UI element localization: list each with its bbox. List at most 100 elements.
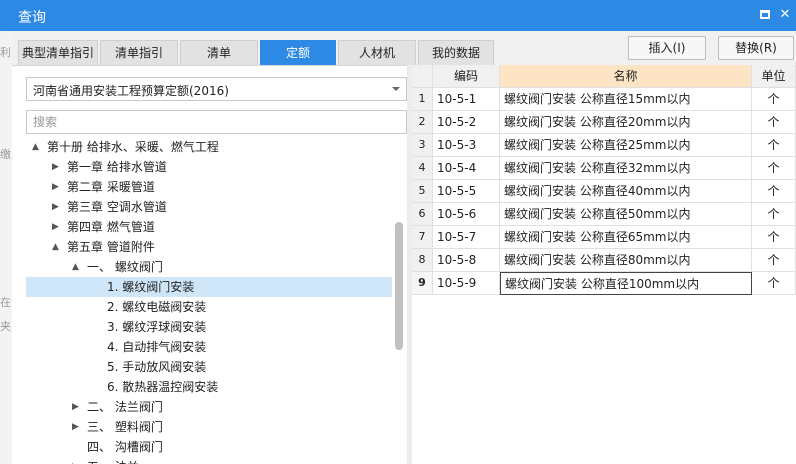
tree-node[interactable]: ▶ 第三章 空调水管道 bbox=[24, 197, 394, 217]
unit-cell[interactable]: 个 bbox=[752, 180, 796, 203]
row-number[interactable]: 6 bbox=[412, 203, 433, 226]
edge-text: 利 bbox=[0, 46, 11, 59]
grid-corner[interactable] bbox=[412, 65, 433, 88]
tab-typical-list-guide[interactable]: 典型清单指引 bbox=[18, 40, 98, 65]
row-number[interactable]: 8 bbox=[412, 249, 433, 272]
edge-text: 在 bbox=[0, 296, 11, 309]
background-window-edge: 利 缴 在 夹 bbox=[0, 31, 12, 464]
left-panel: 河南省通用安装工程预算定额(2016) ▲ 第十册 给排水、采暖、燃气工程 ▶ 第一章… bbox=[12, 65, 412, 464]
tree-node-label: 五、 法兰 bbox=[87, 457, 139, 464]
expand-icon[interactable]: ▶ bbox=[52, 157, 59, 177]
code-cell[interactable]: 10-5-8 bbox=[433, 249, 500, 272]
tree-node[interactable]: 5. 手动放风阀安装 bbox=[26, 357, 392, 377]
row-number[interactable]: 2 bbox=[412, 111, 433, 134]
tab-my-data[interactable]: 我的数据 bbox=[418, 40, 494, 65]
name-cell[interactable]: 螺纹阀门安装 公称直径80mm以内 bbox=[500, 249, 752, 272]
tree-node[interactable]: ▲ 第十册 给排水、采暖、燃气工程 bbox=[24, 137, 394, 157]
name-cell[interactable]: 螺纹阀门安装 公称直径15mm以内 bbox=[500, 88, 752, 111]
expand-icon[interactable]: ▶ bbox=[52, 197, 59, 217]
insert-button[interactable]: 插入(I) bbox=[628, 36, 706, 60]
tree-node-label: 二、 法兰阀门 bbox=[87, 400, 163, 414]
quota-library-select[interactable]: 河南省通用安装工程预算定额(2016) bbox=[26, 77, 407, 101]
tree-node[interactable]: 4. 自动排气阀安装 bbox=[26, 337, 392, 357]
unit-cell[interactable]: 个 bbox=[752, 226, 796, 249]
tab-list-guide[interactable]: 清单指引 bbox=[100, 40, 178, 65]
tree-node[interactable]: ▶ 五、 法兰 bbox=[24, 457, 394, 464]
tree-node[interactable]: ▶ 第四章 燃气管道 bbox=[24, 217, 394, 237]
tree-scrollbar[interactable] bbox=[395, 222, 403, 350]
tree-node[interactable]: 6. 散热器温控阀安装 bbox=[26, 377, 392, 397]
name-cell[interactable]: 螺纹阀门安装 公称直径50mm以内 bbox=[500, 203, 752, 226]
row-number[interactable]: 9 bbox=[412, 272, 433, 295]
maximize-icon[interactable] bbox=[756, 6, 774, 24]
name-cell[interactable]: 螺纹阀门安装 公称直径40mm以内 bbox=[500, 180, 752, 203]
expand-icon[interactable]: ▶ bbox=[52, 177, 59, 197]
tree-node[interactable]: 3. 螺纹浮球阀安装 bbox=[26, 317, 392, 337]
edge-text: 夹 bbox=[0, 320, 11, 333]
unit-cell[interactable]: 个 bbox=[752, 203, 796, 226]
collapse-icon[interactable]: ▲ bbox=[52, 237, 59, 257]
chapter-tree: ▲ 第十册 给排水、采暖、燃气工程 ▶ 第一章 给排水管道 ▶ 第二章 采暖管道 ▶ 第三章 … bbox=[24, 137, 394, 464]
window-title: 查询 bbox=[18, 10, 46, 26]
tree-node[interactable]: 四、 沟槽阀门 bbox=[24, 437, 394, 457]
name-cell[interactable]: 螺纹阀门安装 公称直径65mm以内 bbox=[500, 226, 752, 249]
tree-node[interactable]: 1. 螺纹阀门安装 bbox=[26, 277, 392, 297]
tree-node-label: 三、 塑料阀门 bbox=[87, 420, 163, 434]
code-cell[interactable]: 10-5-5 bbox=[433, 180, 500, 203]
unit-cell[interactable]: 个 bbox=[752, 157, 796, 180]
expand-icon[interactable]: ▶ bbox=[72, 457, 79, 464]
name-cell[interactable]: 螺纹阀门安装 公称直径32mm以内 bbox=[500, 157, 752, 180]
tree-node-label: 6. 散热器温控阀安装 bbox=[107, 380, 219, 394]
tab-labor-material-machine[interactable]: 人材机 bbox=[338, 40, 416, 65]
column-header[interactable]: 单位 bbox=[752, 65, 796, 88]
replace-button[interactable]: 替换(R) bbox=[718, 36, 794, 60]
unit-cell[interactable]: 个 bbox=[752, 111, 796, 134]
tree-node[interactable]: 2. 螺纹电磁阀安装 bbox=[26, 297, 392, 317]
code-cell[interactable]: 10-5-4 bbox=[433, 157, 500, 180]
edge-text: 缴 bbox=[0, 148, 11, 161]
expand-icon[interactable]: ▶ bbox=[72, 397, 79, 417]
tree-node-label: 1. 螺纹阀门安装 bbox=[107, 280, 195, 294]
code-cell[interactable]: 10-5-9 bbox=[433, 272, 500, 295]
row-number[interactable]: 1 bbox=[412, 88, 433, 111]
code-cell[interactable]: 10-5-6 bbox=[433, 203, 500, 226]
column-header[interactable]: 编码 bbox=[433, 65, 500, 88]
code-cell[interactable]: 10-5-1 bbox=[433, 88, 500, 111]
tree-node-label: 第三章 空调水管道 bbox=[67, 200, 167, 214]
row-number[interactable]: 4 bbox=[412, 157, 433, 180]
tree-node-label: 第十册 给排水、采暖、燃气工程 bbox=[47, 140, 219, 154]
tree-node-label: 2. 螺纹电磁阀安装 bbox=[107, 300, 207, 314]
row-number[interactable]: 7 bbox=[412, 226, 433, 249]
close-icon[interactable]: ✕ bbox=[776, 6, 794, 24]
row-number[interactable]: 5 bbox=[412, 180, 433, 203]
quota-library-value: 河南省通用安装工程预算定额(2016) bbox=[33, 84, 229, 98]
tab-list[interactable]: 清单 bbox=[180, 40, 258, 65]
expand-icon[interactable]: ▶ bbox=[72, 417, 79, 437]
tree-node[interactable]: ▲ 一、 螺纹阀门 bbox=[24, 257, 394, 277]
unit-cell[interactable]: 个 bbox=[752, 134, 796, 157]
code-cell[interactable]: 10-5-2 bbox=[433, 111, 500, 134]
name-cell[interactable]: 螺纹阀门安装 公称直径100mm以内 bbox=[500, 272, 752, 295]
expand-icon[interactable]: ▶ bbox=[52, 217, 59, 237]
tree-node-label: 4. 自动排气阀安装 bbox=[107, 340, 207, 354]
tree-node[interactable]: ▶ 第二章 采暖管道 bbox=[24, 177, 394, 197]
code-cell[interactable]: 10-5-3 bbox=[433, 134, 500, 157]
tree-node-label: 第二章 采暖管道 bbox=[67, 180, 155, 194]
search-input[interactable] bbox=[26, 110, 407, 134]
tab-quota[interactable]: 定额 bbox=[260, 40, 336, 65]
row-number[interactable]: 3 bbox=[412, 134, 433, 157]
tree-node[interactable]: ▶ 二、 法兰阀门 bbox=[24, 397, 394, 417]
collapse-icon[interactable]: ▲ bbox=[72, 257, 79, 277]
collapse-icon[interactable]: ▲ bbox=[32, 137, 39, 157]
name-cell[interactable]: 螺纹阀门安装 公称直径25mm以内 bbox=[500, 134, 752, 157]
tree-node[interactable]: ▶ 三、 塑料阀门 bbox=[24, 417, 394, 437]
unit-cell[interactable]: 个 bbox=[752, 249, 796, 272]
code-cell[interactable]: 10-5-7 bbox=[433, 226, 500, 249]
tree-node-label: 第一章 给排水管道 bbox=[67, 160, 167, 174]
unit-cell[interactable]: 个 bbox=[752, 272, 796, 295]
unit-cell[interactable]: 个 bbox=[752, 88, 796, 111]
tree-node[interactable]: ▲ 第五章 管道附件 bbox=[24, 237, 394, 257]
tree-node[interactable]: ▶ 第一章 给排水管道 bbox=[24, 157, 394, 177]
name-cell[interactable]: 螺纹阀门安装 公称直径20mm以内 bbox=[500, 111, 752, 134]
column-header[interactable]: 名称 bbox=[500, 65, 752, 88]
